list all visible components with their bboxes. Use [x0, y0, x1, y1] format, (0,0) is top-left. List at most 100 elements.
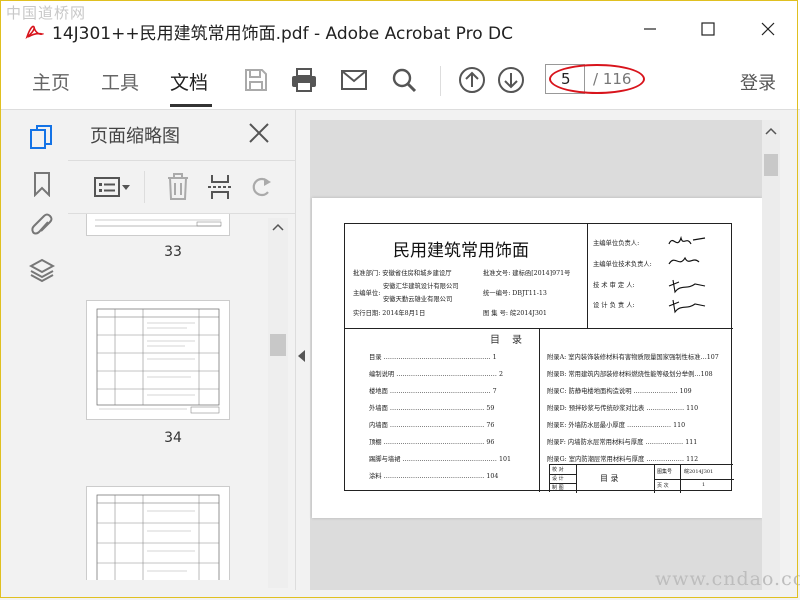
print-icon: [292, 68, 316, 92]
bookmark-icon: [34, 172, 50, 197]
navigation-rail: [16, 110, 68, 590]
role-2: 主编单位技术负责人:: [593, 261, 652, 268]
options-menu-icon: [94, 177, 130, 197]
previous-page-button[interactable]: [456, 64, 488, 96]
close-icon: [761, 22, 775, 36]
toc-left-6: 顶棚 ………………………………………… 96: [369, 439, 495, 446]
save-icon: [245, 69, 267, 91]
tb-line: [654, 479, 734, 480]
approval-dept: 批准部门: 安徽省住房和城乡建设厅: [353, 270, 452, 277]
maximize-icon: [701, 22, 715, 36]
layers-icon: [29, 258, 55, 283]
thumbnails-panel: 页面缩略图 33 34: [68, 110, 296, 590]
cover-divider-vertical: [587, 224, 588, 328]
document-title: 民用建筑常用饰面: [393, 241, 529, 261]
toc-right-5: 附录E: 外墙防水层最小厚度 ………………… 110: [547, 422, 686, 429]
effective-date: 实行日期: 2014年8月1日: [353, 310, 426, 317]
tb-row-1: 校 对: [552, 467, 564, 473]
signatures: [668, 235, 706, 314]
extract-page-button[interactable]: [208, 173, 232, 201]
toolbar-divider: [440, 66, 441, 96]
panel-title: 页面缩略图: [90, 126, 180, 147]
thumbnail-scrollbar[interactable]: [268, 218, 288, 588]
tb-page-value: 1: [702, 482, 706, 488]
acrobat-pdf-icon: [25, 25, 44, 39]
toc-divider: [539, 328, 540, 492]
title-bar: 中国道桥网 14J301++民用建筑常用饰面.pdf - Adobe Acrob…: [0, 0, 800, 52]
approval-number: 批准文号: 建标函[2014]971号: [483, 270, 571, 277]
toc-right-3: 附录C: 防静电楼地面构造说明 ………………… 109: [547, 388, 692, 395]
thumbnail-content-35: [96, 494, 220, 580]
toc-left-7: 踢脚与墙裙 ……………………………………… 101: [369, 456, 511, 463]
active-tab-indicator: [170, 104, 212, 107]
role-4: 设 计 负 责 人:: [593, 302, 635, 309]
rotate-page-button[interactable]: [248, 173, 274, 201]
print-button[interactable]: [288, 64, 320, 96]
scroll-up-arrow-icon[interactable]: [268, 220, 288, 234]
tab-tools[interactable]: 工具: [101, 68, 139, 95]
login-link[interactable]: 登录: [740, 69, 776, 95]
toc-left-3: 楼地面 ………………………………………… 7: [369, 388, 497, 395]
toc-left-8: 涂料 ………………………………………… 104: [369, 473, 499, 480]
tb-page-label: 页 次: [657, 483, 669, 489]
atlas-number: 图 集 号: 皖2014J301: [483, 310, 547, 317]
close-window-button[interactable]: [748, 14, 788, 44]
save-button[interactable]: [240, 64, 272, 96]
layers-button[interactable]: [28, 256, 56, 284]
document-scrollbar[interactable]: [762, 120, 780, 590]
main-toolbar: 主页 工具 文档 5 / 116 登录: [0, 52, 800, 110]
search-icon: [392, 68, 417, 93]
unified-number: 统一编号: DBJT11-13: [483, 290, 547, 297]
search-button[interactable]: [388, 64, 420, 96]
envelope-icon: [341, 70, 367, 90]
thumbnail-content-34: [96, 308, 220, 414]
toc-left-5: 内墙面 ……………………………………… 76: [369, 422, 495, 429]
tb-row-3: 制 图: [552, 485, 564, 491]
collapse-panel-arrow-icon[interactable]: [298, 350, 305, 362]
tab-home[interactable]: 主页: [32, 68, 70, 95]
toc-right-4: 附录D: 预拌砂浆与传统砂浆对比表 ……………… 110: [547, 405, 699, 412]
toc-right-2: 附录B: 常用建筑内部装修材料燃烧性能等级划分举例…108: [547, 371, 713, 378]
thumbnail-options-button[interactable]: [94, 173, 132, 201]
trash-icon: [168, 173, 188, 200]
editor-unit-1: 安徽汇华建筑设计有限公司: [383, 283, 459, 290]
tab-document[interactable]: 文档: [170, 68, 208, 95]
toc-left-1: 目录 …………………………………………… 1: [369, 354, 497, 361]
window-title: 14J301++民用建筑常用饰面.pdf - Adobe Acrobat Pro…: [52, 24, 513, 44]
thumbnail-scroll-thumb[interactable]: [270, 334, 286, 356]
tb-atlas-label: 图集号: [657, 469, 673, 475]
title-block: 校 对 设 计 制 图 目 录 图集号 皖2014J301 页 次 1: [549, 464, 734, 493]
arrow-up-circle-icon: [459, 67, 485, 93]
page-thumbnails-icon: [30, 125, 52, 149]
thumbnail-page-35[interactable]: [86, 486, 230, 580]
cover-sheet: 民用建筑常用饰面 批准部门: 安徽省住房和城乡建设厅 主编单位: 安徽汇华建筑设…: [344, 223, 734, 493]
thumbnail-page-33[interactable]: [86, 214, 230, 236]
bookmarks-button[interactable]: [28, 170, 56, 198]
attachments-button[interactable]: [28, 212, 56, 240]
paperclip-icon: [31, 213, 53, 235]
thumbnail-page-34[interactable]: [86, 300, 230, 420]
minimize-button[interactable]: [630, 14, 670, 44]
page-thumbnails-button[interactable]: [28, 124, 56, 152]
thumbnail-number-33: 33: [164, 244, 182, 260]
watermark-bottom: www.cndao.com: [655, 568, 800, 590]
editor-unit-2: 安徽天勤云雄业有限公司: [383, 296, 453, 303]
thumbnail-list: 33 34: [68, 214, 278, 580]
rotate-icon: [252, 177, 271, 197]
editor-unit-label: 主编单位:: [353, 290, 381, 297]
role-1: 主编单位负责人:: [593, 240, 640, 247]
panel-close-icon[interactable]: [246, 120, 272, 146]
panel-tool-divider: [144, 171, 145, 203]
toc-heading: 目录: [490, 335, 534, 346]
next-page-button[interactable]: [495, 64, 527, 96]
document-scroll-thumb[interactable]: [764, 154, 778, 176]
toc-right-6: 附录F: 内墙防水层常用材料与厚度 ……………… 111: [547, 439, 698, 446]
extract-pages-icon: [208, 175, 232, 199]
delete-page-button[interactable]: [166, 173, 190, 201]
doc-scroll-up-arrow-icon[interactable]: [762, 124, 780, 138]
maximize-button[interactable]: [688, 14, 728, 44]
role-3: 技 术 审 定 人:: [593, 282, 635, 289]
thumbnail-toolbar: [68, 160, 296, 214]
arrow-down-circle-icon: [498, 67, 524, 93]
email-button[interactable]: [338, 64, 370, 96]
